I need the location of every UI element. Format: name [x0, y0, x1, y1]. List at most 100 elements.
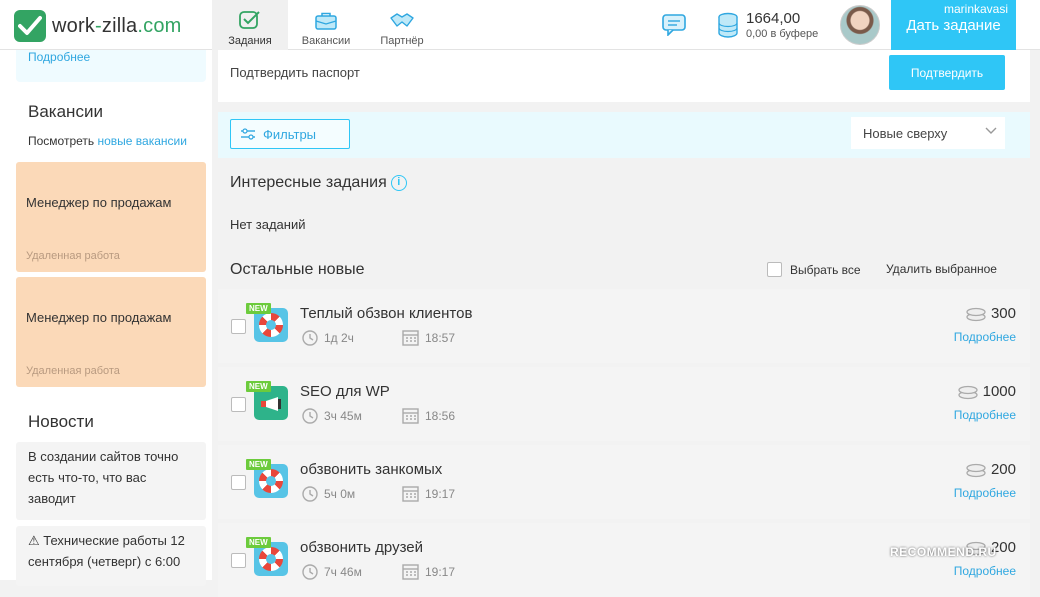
passport-panel: Подтвердить паспорт Подтвердить	[218, 50, 1030, 102]
filters-label: Фильтры	[263, 126, 317, 142]
calendar-icon	[402, 486, 419, 502]
task-price: 1000	[957, 383, 1016, 400]
tab-vacancies[interactable]: Вакансии	[288, 0, 364, 50]
task-time: 18:56	[425, 408, 456, 423]
tab-tasks[interactable]: Задания	[212, 0, 288, 50]
vacancy-type: Удаленная работа	[26, 365, 120, 377]
sidebar-info-card: Подробнее	[16, 50, 206, 82]
task-more-link[interactable]: Подробнее	[954, 330, 1016, 344]
other-new-title: Остальные новые	[230, 261, 365, 278]
sort-select[interactable]: Новые сверху	[851, 117, 1005, 149]
lifebuoy-icon: NEW	[246, 537, 290, 577]
task-checkbox[interactable]	[231, 397, 246, 412]
lifebuoy-icon: NEW	[246, 459, 290, 499]
info-icon[interactable]: i	[390, 174, 407, 191]
task-duration: 1д 2ч	[324, 330, 354, 345]
vacancy-card[interactable]: Менеджер по продажам Удаленная работа	[16, 162, 206, 272]
task-duration: 5ч 0м	[324, 486, 356, 501]
clock-icon	[302, 329, 318, 346]
sidebar: Подробнее Вакансии Посмотреть новые вака…	[0, 50, 212, 586]
tab-tasks-label: Задания	[228, 35, 272, 47]
check-square-icon	[239, 11, 260, 29]
task-checkbox[interactable]	[231, 475, 246, 490]
balance-amount: 1664,00	[746, 10, 801, 27]
clock-icon	[302, 563, 318, 580]
news-item[interactable]: ⚠ Технические работы 12 сентября (четвер…	[16, 526, 206, 586]
calendar-icon	[402, 564, 419, 580]
coins-stack-icon	[966, 463, 986, 477]
new-vacancies-link[interactable]: новые вакансии	[98, 134, 187, 148]
vacancy-title: Менеджер по продажам	[26, 195, 172, 210]
select-all-checkbox[interactable]	[767, 262, 782, 277]
balance[interactable]: 1664,00 0,00 в буфере	[716, 10, 818, 40]
messages-icon[interactable]	[662, 14, 686, 41]
watermark: RECOMMEND.RU	[890, 545, 997, 559]
logo[interactable]: work-zilla.com	[14, 10, 182, 42]
calendar-icon	[402, 330, 419, 346]
lifebuoy-icon: NEW	[246, 303, 290, 343]
megaphone-icon: NEW	[246, 381, 290, 421]
task-title[interactable]: SEO для WP	[300, 383, 390, 400]
confirm-button[interactable]: Подтвердить	[889, 55, 1005, 90]
clock-icon	[302, 407, 318, 424]
task-row[interactable]: NEW обзвонить друзей 7ч 46м 19:17 200 По…	[218, 523, 1030, 597]
new-badge: NEW	[246, 459, 271, 470]
task-row[interactable]: NEW SEO для WP 3ч 45м 18:56 1000 Подробн…	[218, 367, 1030, 441]
filters-button[interactable]: Фильтры	[230, 119, 350, 149]
tab-partner[interactable]: Партнёр	[364, 0, 440, 50]
task-duration: 3ч 45м	[324, 408, 362, 423]
tab-partner-label: Партнёр	[380, 35, 424, 47]
logo-check-icon	[14, 10, 46, 42]
username: marinkavasi	[944, 2, 1009, 16]
task-meta: 3ч 45м 18:56	[302, 407, 455, 424]
coins-icon	[718, 12, 738, 38]
balance-buffer: 0,00 в буфере	[746, 28, 819, 40]
news-title: Новости	[28, 412, 94, 431]
task-meta: 7ч 46м 19:17	[302, 563, 455, 580]
top-bar: work-zilla.com Задания Вакансии Партнёр …	[0, 0, 1040, 50]
chevron-down-icon	[985, 127, 997, 134]
briefcase-icon	[315, 12, 337, 30]
new-badge: NEW	[246, 537, 271, 548]
main-nav: Задания Вакансии Партнёр	[212, 0, 440, 50]
task-title[interactable]: Теплый обзвон клиентов	[300, 305, 472, 322]
main-content: Подтвердить паспорт Подтвердить Фильтры …	[212, 50, 1040, 597]
coins-stack-icon	[957, 385, 978, 399]
task-title[interactable]: обзвонить друзей	[300, 539, 423, 556]
no-tasks-text: Нет заданий	[230, 217, 306, 232]
vacancy-card[interactable]: Менеджер по продажам Удаленная работа	[16, 277, 206, 387]
task-duration: 7ч 46м	[324, 564, 362, 579]
clock-icon	[302, 485, 318, 502]
avatar[interactable]	[840, 5, 880, 45]
news-item[interactable]: В создании сайтов точно есть что-то, что…	[16, 442, 206, 520]
sidebar-more-link[interactable]: Подробнее	[28, 50, 90, 64]
sliders-icon	[241, 128, 255, 140]
coins-stack-icon	[966, 307, 986, 321]
task-more-link[interactable]: Подробнее	[954, 486, 1016, 500]
vacancy-type: Удаленная работа	[26, 250, 120, 262]
select-all[interactable]: Выбрать все	[767, 262, 861, 277]
tab-vacancies-label: Вакансии	[301, 35, 351, 47]
task-title[interactable]: обзвонить занкомых	[300, 461, 442, 478]
task-row[interactable]: NEW обзвонить занкомых 5ч 0м 19:17 200 П…	[218, 445, 1030, 519]
task-more-link[interactable]: Подробнее	[954, 408, 1016, 422]
vacancies-title: Вакансии	[28, 102, 103, 121]
task-time: 19:17	[425, 564, 456, 579]
delete-selected-button[interactable]: Удалить выбранное	[886, 262, 997, 276]
calendar-icon	[402, 408, 419, 424]
task-row[interactable]: NEW Теплый обзвон клиентов 1д 2ч 18:57 3…	[218, 289, 1030, 363]
handshake-icon	[390, 13, 414, 27]
task-more-link[interactable]: Подробнее	[954, 564, 1016, 578]
task-meta: 5ч 0м 19:17	[302, 485, 455, 502]
filter-bar: Фильтры Новые сверху	[218, 112, 1030, 158]
task-time: 19:17	[425, 486, 456, 501]
vacancy-title: Менеджер по продажам	[26, 310, 172, 325]
vacancies-subtitle: Посмотреть новые вакансии	[28, 134, 187, 148]
task-time: 18:57	[425, 330, 456, 345]
task-price: 200	[965, 461, 1016, 478]
confirm-passport-text: Подтвердить паспорт	[230, 65, 360, 80]
logo-text: work-zilla.com	[52, 14, 182, 37]
task-checkbox[interactable]	[231, 319, 246, 334]
task-price: 300	[965, 305, 1016, 322]
task-checkbox[interactable]	[231, 553, 246, 568]
